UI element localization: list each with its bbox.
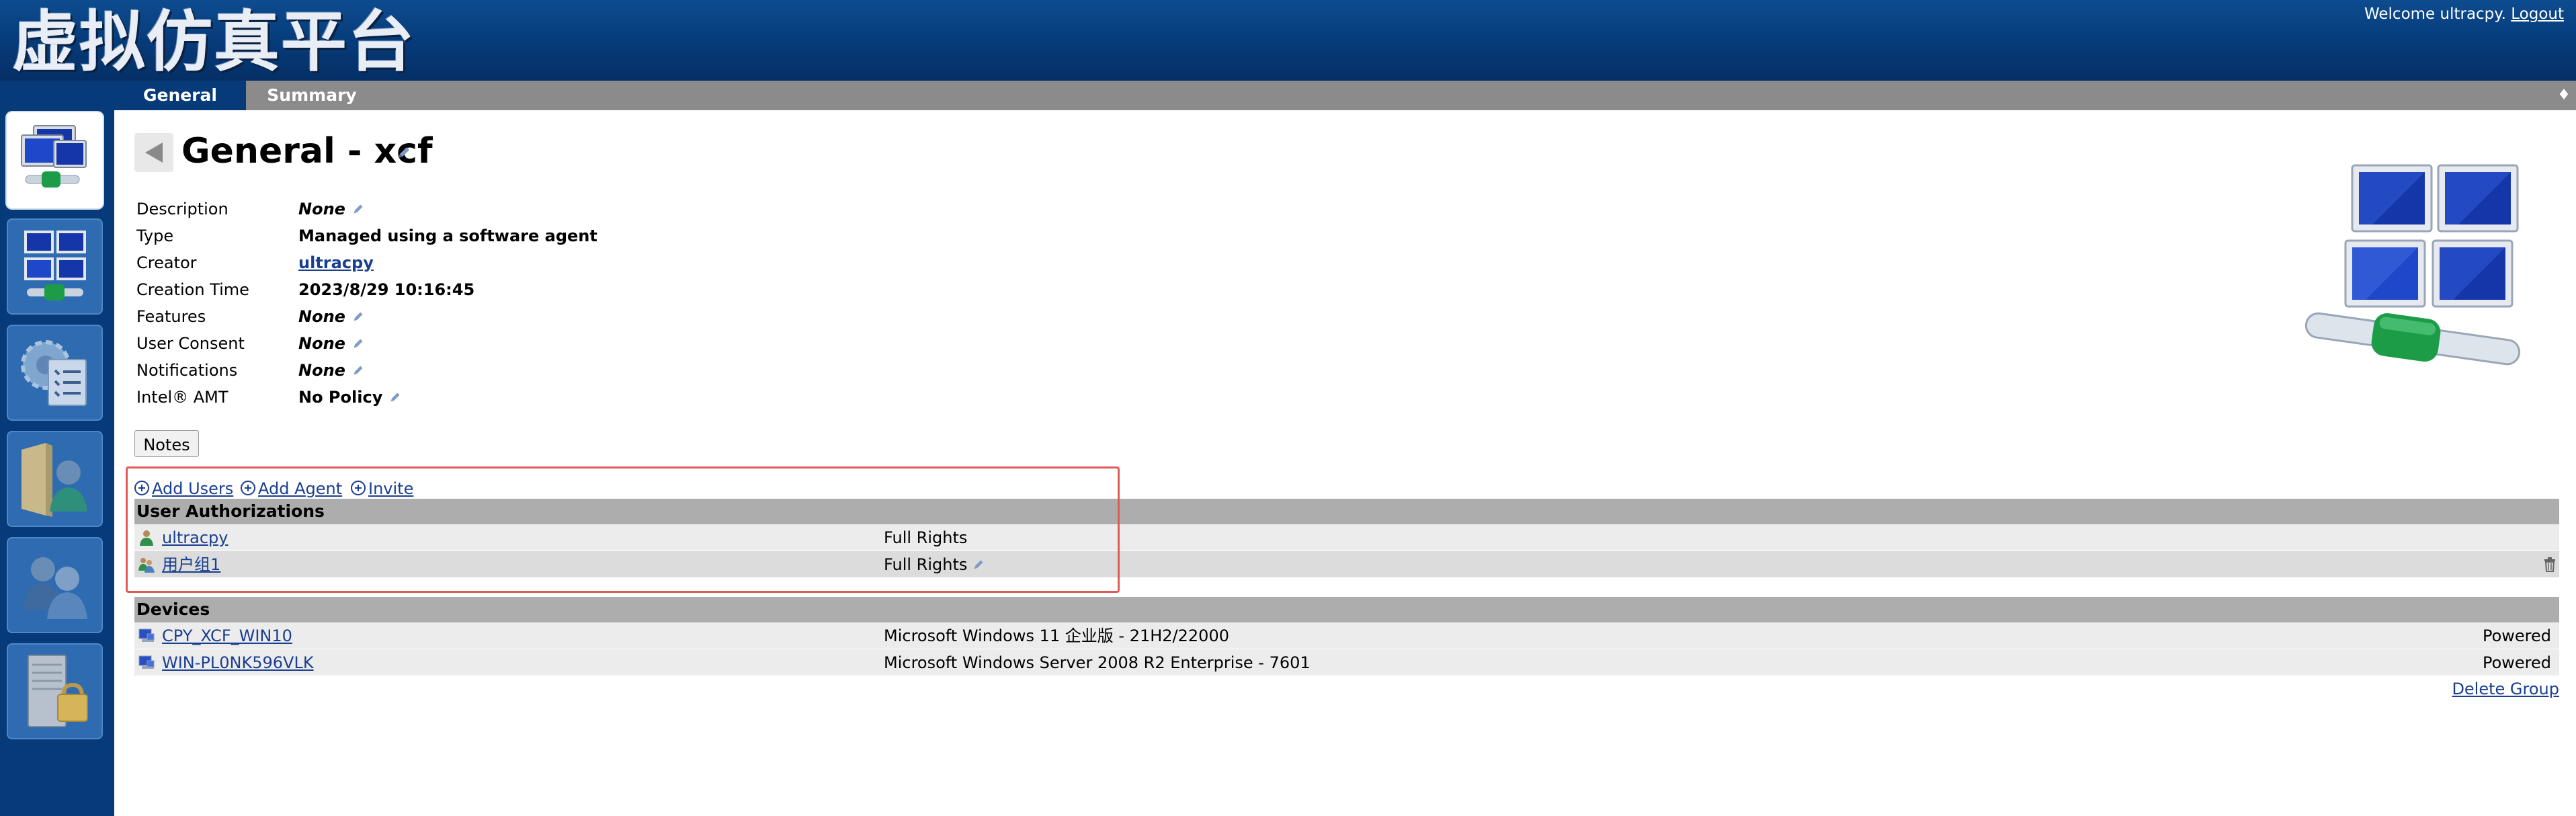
back-arrow-icon <box>145 142 163 163</box>
property-label: User Consent <box>136 334 245 353</box>
property-label: Creation Time <box>136 280 249 299</box>
add-agent-link[interactable]: Add Agent <box>241 477 342 501</box>
settings-checklist-icon <box>21 340 87 406</box>
property-value: None <box>298 334 345 353</box>
tab-general[interactable]: General <box>114 81 246 110</box>
notes-button[interactable]: Notes <box>134 430 199 457</box>
property-label: Description <box>136 200 228 218</box>
edit-notifications-icon[interactable] <box>352 358 364 384</box>
user-area: Welcome ultracpy. Logout <box>2364 5 2564 23</box>
sidebar-item-user-folder[interactable] <box>7 431 103 527</box>
add-icon <box>241 481 255 495</box>
edit-user-consent-icon[interactable] <box>352 331 364 358</box>
sidebar-item-users[interactable] <box>7 537 103 633</box>
devices-header: Devices <box>134 597 2559 622</box>
table-row[interactable]: WIN-PL0NK596VLK Microsoft Windows Server… <box>134 649 2559 676</box>
computer-icon <box>138 655 155 669</box>
device-power-state: Powered <box>2482 653 2551 672</box>
user-link[interactable]: ultracpy <box>162 524 228 551</box>
users-icon <box>23 557 87 619</box>
device-os: Microsoft Windows Server 2008 R2 Enterpr… <box>884 653 1311 672</box>
user-icon <box>140 530 153 546</box>
tab-menu-toggle[interactable]: ♦ <box>2557 81 2571 110</box>
add-icon <box>134 481 149 495</box>
computer-icon <box>138 628 155 642</box>
sidebar-item-multi-monitor[interactable] <box>7 218 103 315</box>
table-row[interactable]: CPY_XCF_WIN10 Microsoft Windows 11 企业版 -… <box>134 622 2559 649</box>
property-label: Type <box>136 227 174 245</box>
edit-description-icon[interactable] <box>352 196 364 223</box>
device-group-icon <box>21 125 87 188</box>
creator-link[interactable]: ultracpy <box>298 253 374 272</box>
table-row[interactable]: 用户组1 Full Rights <box>134 551 2559 578</box>
invite-link[interactable]: Invite <box>351 477 413 501</box>
user-folder-icon <box>22 443 87 517</box>
property-value: 2023/8/29 10:16:45 <box>298 280 475 299</box>
top-header: 虚拟仿真平台 Welcome ultracpy. Logout <box>0 0 2576 81</box>
delete-group-link[interactable]: Delete Group <box>2452 677 2559 701</box>
tab-summary[interactable]: Summary <box>246 81 378 110</box>
trash-icon[interactable] <box>2543 557 2557 572</box>
edit-features-icon[interactable] <box>352 304 364 331</box>
multi-monitor-icon <box>24 231 86 300</box>
device-group-large-icon <box>2304 164 2521 366</box>
main-content: General - xcf Description None Type Mana… <box>114 110 2576 816</box>
user-authorizations-header: User Authorizations <box>134 499 2559 524</box>
property-value: None <box>298 307 345 326</box>
user-rights: Full Rights <box>884 555 968 574</box>
add-icon <box>351 481 366 495</box>
property-label: Creator <box>136 253 197 272</box>
sidebar-item-device-group[interactable] <box>7 112 103 208</box>
property-label: Features <box>136 307 206 326</box>
page-title: General - xcf <box>181 131 433 171</box>
edit-intel-amt-icon[interactable] <box>389 384 401 411</box>
logout-link[interactable]: Logout <box>2511 5 2564 23</box>
sidebar-item-server-lock[interactable] <box>7 643 103 739</box>
sidebar-item-settings[interactable] <box>7 325 103 421</box>
property-label: Notifications <box>136 361 238 380</box>
property-label: Intel® AMT <box>136 388 228 407</box>
add-agent-label: Add Agent <box>258 479 343 498</box>
welcome-text: Welcome ultracpy. <box>2364 5 2506 23</box>
device-power-state: Powered <box>2482 626 2551 645</box>
property-value: None <box>298 200 345 218</box>
device-link[interactable]: CPY_XCF_WIN10 <box>162 622 292 649</box>
back-button[interactable] <box>134 133 173 172</box>
device-os: Microsoft Windows 11 企业版 - 21H2/22000 <box>884 626 1229 645</box>
user-group-link[interactable]: 用户组1 <box>162 551 220 578</box>
property-value: None <box>298 361 345 380</box>
user-group-icon <box>138 558 155 573</box>
edit-title-icon[interactable] <box>397 145 411 163</box>
add-users-link[interactable]: Add Users <box>134 477 233 501</box>
tab-bar: General Summary ♦ <box>114 81 2576 110</box>
edit-rights-icon[interactable] <box>972 552 985 579</box>
property-value: Managed using a software agent <box>298 227 597 245</box>
app-title: 虚拟仿真平台 <box>12 4 416 81</box>
property-value: No Policy <box>298 388 383 407</box>
invite-label: Invite <box>368 479 414 498</box>
add-users-label: Add Users <box>152 479 234 498</box>
left-sidebar <box>0 81 114 816</box>
server-lock-icon <box>28 655 88 727</box>
device-link[interactable]: WIN-PL0NK596VLK <box>162 649 314 676</box>
user-rights: Full Rights <box>884 528 968 547</box>
table-row[interactable]: ultracpy Full Rights <box>134 524 2559 551</box>
